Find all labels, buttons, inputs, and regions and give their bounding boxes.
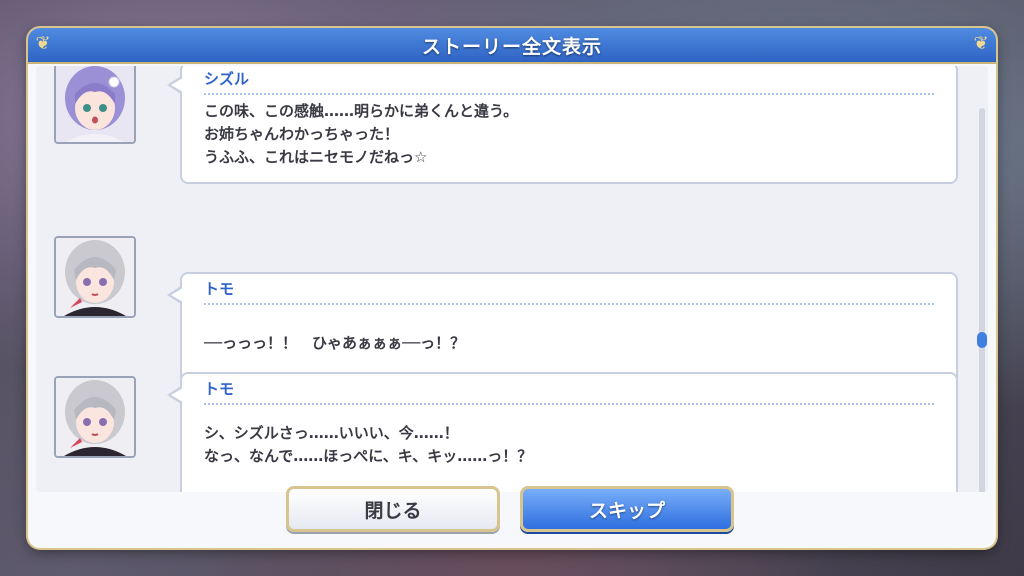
message-line: シ、シズルさっ……いいい、今……！ [204,424,459,442]
message-line: うふふ、これはニセモノだねっ☆ [204,148,428,166]
skip-button[interactable]: スキップ [520,486,734,532]
close-button[interactable]: 閉じる [286,486,500,532]
message-line: お姉ちゃんわかっちゃった！ [204,125,400,143]
ornament-icon: ❦ [35,33,51,54]
speaker-name: シズル [204,68,934,95]
dialog-titlebar: ❦ ストーリー全文表示 ❦ [28,28,996,64]
ornament-icon: ❦ [973,33,989,54]
story-log-list[interactable]: シズル この味、この感触……明らかに弟くんと違う。 お姉ちゃんわかっちゃった！ … [36,66,988,492]
message-line: ──っっっ！！ ひゃあぁぁぁ──っ！？ [204,334,466,352]
avatar [54,66,136,144]
story-log-dialog: ❦ ストーリー全文表示 ❦ シズル この味、この感触……明らかに弟くんと違う。 … [28,28,996,548]
speaker-name: トモ [204,378,934,405]
scrollbar-thumb[interactable] [977,332,987,348]
character-portrait-icon [56,378,134,456]
speaker-name: トモ [204,278,934,305]
character-portrait-icon [56,238,134,316]
message-line: この味、この感触……明らかに弟くんと違う。 [204,102,519,120]
avatar [54,376,136,458]
dialog-title: ストーリー全文表示 [421,35,602,58]
message-line: なっ、なんで……ほっぺに、キ、キッ……っ！？ [204,447,533,465]
character-portrait-icon [56,66,134,142]
scrollbar[interactable] [977,108,987,492]
avatar [54,236,136,318]
message-bubble: シズル この味、この感触……明らかに弟くんと違う。 お姉ちゃんわかっちゃった！ … [167,66,958,184]
message-bubble: トモ シ、シズルさっ……いいい、今……！ なっ、なんで……ほっぺに、キ、キッ……… [167,372,958,492]
